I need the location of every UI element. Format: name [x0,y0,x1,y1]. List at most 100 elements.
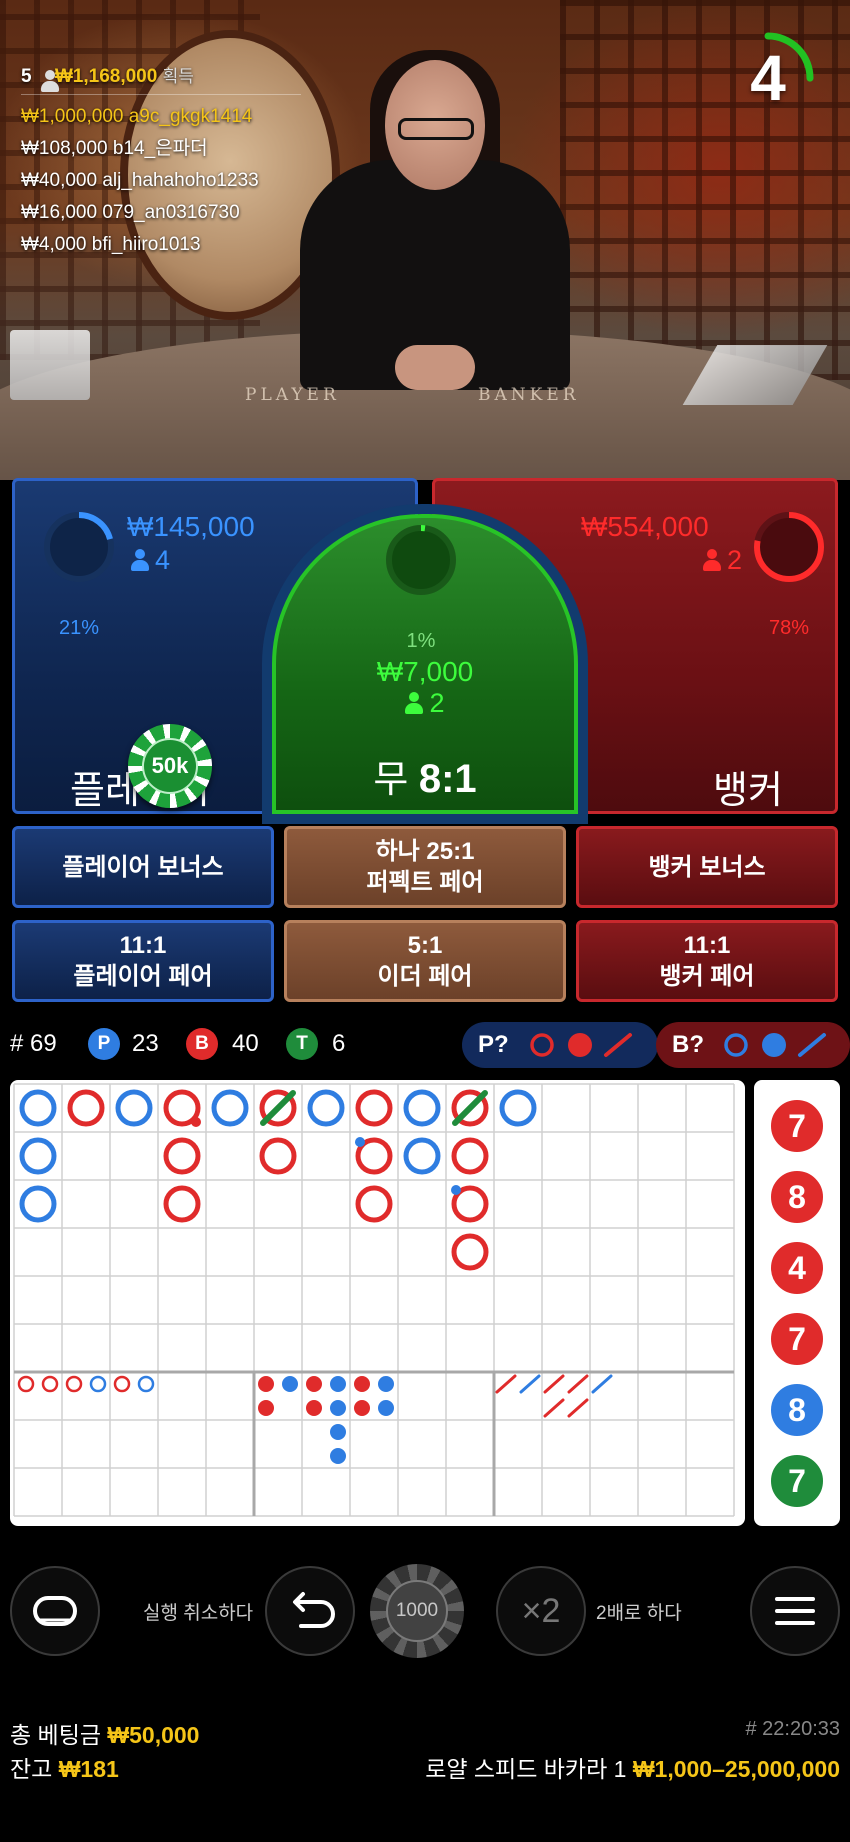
predict-banker-button[interactable]: B? [656,1022,850,1068]
predict-banker-icons [724,1033,826,1057]
bead-road-value: 7 [788,1108,806,1144]
player-pair-bet[interactable]: 11:1 플레이어 페어 [12,920,274,1002]
countdown-timer: 4 [718,28,818,128]
player-bonus-label: 플레이어 보너스 [62,853,224,881]
menu-button[interactable] [750,1566,840,1656]
winner-row: ₩16,000 079_an0316730 [21,202,240,223]
person-icon [703,549,721,571]
small-road-mark [354,1400,370,1416]
betting-board: 21% ₩145,000 4 플레이어 ₩554,000 2 78% 뱅커 1%… [0,478,850,818]
player-percent: 21% [58,617,100,639]
table-limits: ₩1,000–25,000,000 [632,1756,840,1782]
predict-cockroach-mark [798,1033,826,1057]
cockroach-road-mark [519,1374,541,1394]
person-icon [405,692,424,714]
predict-player-button[interactable]: P? [462,1022,658,1068]
bead-road-value: 8 [788,1179,806,1215]
tie-win-count: 6 [332,1030,346,1057]
banker-bettor-count: 2 [727,545,743,575]
player-pair-label: 플레이어 페어 [73,963,213,990]
winner-row: ₩1,000,000 a9c_gkgk1414 [21,106,253,127]
tie-badge: T [286,1028,318,1060]
chip-selector-value: 1000 [386,1580,448,1642]
double-icon: ×2 [521,1592,561,1630]
small-road-mark [354,1376,370,1392]
stats-bar: # 69 P 23 B 40 T 6 P? B? [10,1022,850,1068]
lobby-button[interactable] [10,1566,100,1656]
tie-bet-spot[interactable]: 1% ₩7,000 2 무 8:1 [272,514,578,814]
person-icon [131,549,149,571]
big-road-mark [67,1089,105,1127]
tie-total-amount: ₩7,000 [376,656,474,687]
roadmap-grid [13,1083,735,1517]
big-road-mark [163,1137,201,1175]
bead-road: 7 8 4 7 8 7 [754,1080,840,1526]
bead-road-value: 7 [788,1321,806,1357]
balance: 잔고 ₩181 [10,1750,119,1784]
player-total-amount: ₩145,000 [127,511,255,542]
big-road-mark [211,1089,249,1127]
table-name: 로얄 스피드 바카라 1 [425,1756,627,1782]
small-road-mark [306,1400,322,1416]
winners-summary: 5 ₩1,168,000 획득 [21,62,301,95]
winner-row: ₩40,000 alj_hahahoho1233 [21,170,259,191]
banker-pair-bet[interactable]: 11:1 뱅커 페어 [576,920,838,1002]
total-bet-label: 총 베팅금 [10,1722,102,1748]
predict-banker-label: B? [672,1031,704,1058]
pair-dot [451,1185,461,1195]
banker-total-amount: ₩554,000 [581,511,709,542]
tie-bettor-count: 2 [429,688,445,718]
either-pair-bet[interactable]: 5:1 이더 페어 [284,920,566,1002]
perfect-pair-bet[interactable]: 하나 25:1 퍼펙트 페어 [284,826,566,908]
tie-bettor-count-row: 2 [276,688,574,719]
felt-banker-label: BANKER [478,385,580,405]
timer-value: 4 [750,42,786,114]
big-eye-road-mark [89,1375,107,1393]
winner-row: ₩108,000 b14_은파더 [21,138,208,159]
big-road-mark [163,1185,201,1223]
either-pair-label: 이더 페어 [377,963,473,990]
predict-small-road-mark [762,1033,786,1057]
small-road-mark [378,1400,394,1416]
big-road-mark [403,1137,441,1175]
cockroach-road-mark [567,1374,589,1394]
scoreboard-roadmap[interactable] [10,1080,745,1526]
round-id: # 22:20:33 [745,1718,840,1740]
banker-pair-payout: 11:1 [683,932,731,959]
tie-label: 무 8:1 [276,748,574,803]
big-road-mark [115,1089,153,1127]
undo-button[interactable] [265,1566,355,1656]
player-bonus-bet[interactable]: 플레이어 보너스 [12,826,274,908]
banker-bonus-label: 뱅커 보너스 [648,853,766,881]
tie-payout: 8:1 [418,757,477,801]
winners-panel: 5 ₩1,168,000 획득 ₩1,000,000 a9c_gkgk1414 ₩… [21,62,301,261]
big-road-mark [19,1137,57,1175]
banker-label: 뱅커 [713,770,783,812]
tie-percent-ring: 1% [383,522,459,652]
banker-badge: B [186,1028,218,1060]
tie-label-text: 무 [373,759,409,801]
big-road-mark [403,1089,441,1127]
hamburger-icon [775,1597,815,1625]
table-info: 로얄 스피드 바카라 1 ₩1,000–25,000,000 [425,1750,840,1784]
big-road-mark [499,1089,537,1127]
predict-small-road-mark [568,1033,592,1057]
dealer-glasses [398,118,474,140]
bead-road-column: 7 8 4 7 8 7 [769,1098,825,1509]
small-road-mark [330,1424,346,1440]
banker-percent: 78% [768,617,810,639]
either-pair-payout: 5:1 [407,932,443,959]
bead-road-value: 8 [788,1392,806,1428]
big-road-mark [451,1137,489,1175]
banker-bonus-bet[interactable]: 뱅커 보너스 [576,826,838,908]
felt-player-label: PLAYER [245,385,340,405]
small-road-mark [330,1400,346,1416]
player-pair-payout: 11:1 [119,932,167,959]
balance-label: 잔고 [10,1756,53,1782]
double-button[interactable]: ×2 [496,1566,586,1656]
chip-selector[interactable]: 1000 [370,1564,464,1658]
big-road-mark [19,1185,57,1223]
big-road-mark [451,1233,489,1271]
big-eye-road-mark [137,1375,155,1393]
placed-chip[interactable]: 50k [128,724,212,808]
